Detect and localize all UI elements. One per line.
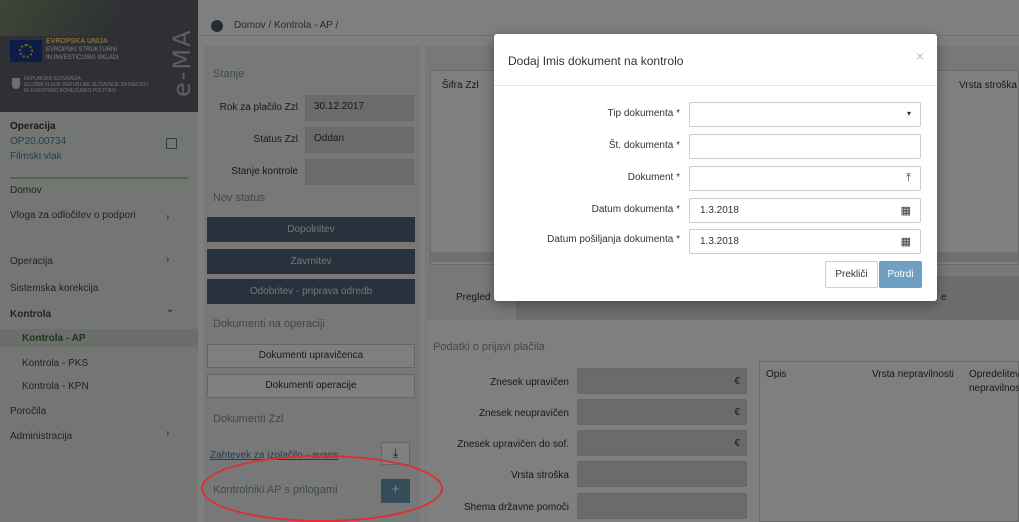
- dialog-divider: [494, 85, 937, 86]
- st-dokumenta-label: Št. dokumenta *: [608, 140, 680, 151]
- upload-icon[interactable]: ⤒: [906, 172, 911, 185]
- tip-dokumenta-label: Tip dokumenta *: [607, 108, 680, 119]
- cancel-button[interactable]: Prekliči: [825, 261, 878, 288]
- calendar-icon[interactable]: ▦: [901, 204, 911, 217]
- tip-dokumenta-select[interactable]: ▾: [689, 102, 921, 127]
- close-icon[interactable]: ×: [916, 48, 924, 64]
- datum-posiljanja-value: 1.3.2018: [700, 236, 739, 247]
- st-dokumenta-input[interactable]: [689, 134, 921, 159]
- datum-dokumenta-input[interactable]: 1.3.2018 ▦: [689, 198, 921, 223]
- highlight-annotation: [201, 455, 443, 522]
- datum-dokumenta-value: 1.3.2018: [700, 205, 739, 216]
- datum-posiljanja-label: Datum pošiljanja dokumenta *: [547, 234, 680, 245]
- confirm-button[interactable]: Potrdi: [879, 261, 922, 288]
- caret-down-icon[interactable]: ▾: [907, 109, 911, 118]
- dokument-label: Dokument *: [627, 172, 680, 183]
- calendar-icon[interactable]: ▦: [901, 235, 911, 248]
- datum-posiljanja-input[interactable]: 1.3.2018 ▦: [689, 229, 921, 254]
- dokument-upload-field[interactable]: ⤒: [689, 166, 921, 191]
- datum-dokumenta-label: Datum dokumenta *: [591, 204, 680, 215]
- add-imis-document-dialog: Dodaj Imis dokument na kontrolo × Tip do…: [494, 34, 937, 301]
- dialog-title: Dodaj Imis dokument na kontrolo: [508, 54, 684, 68]
